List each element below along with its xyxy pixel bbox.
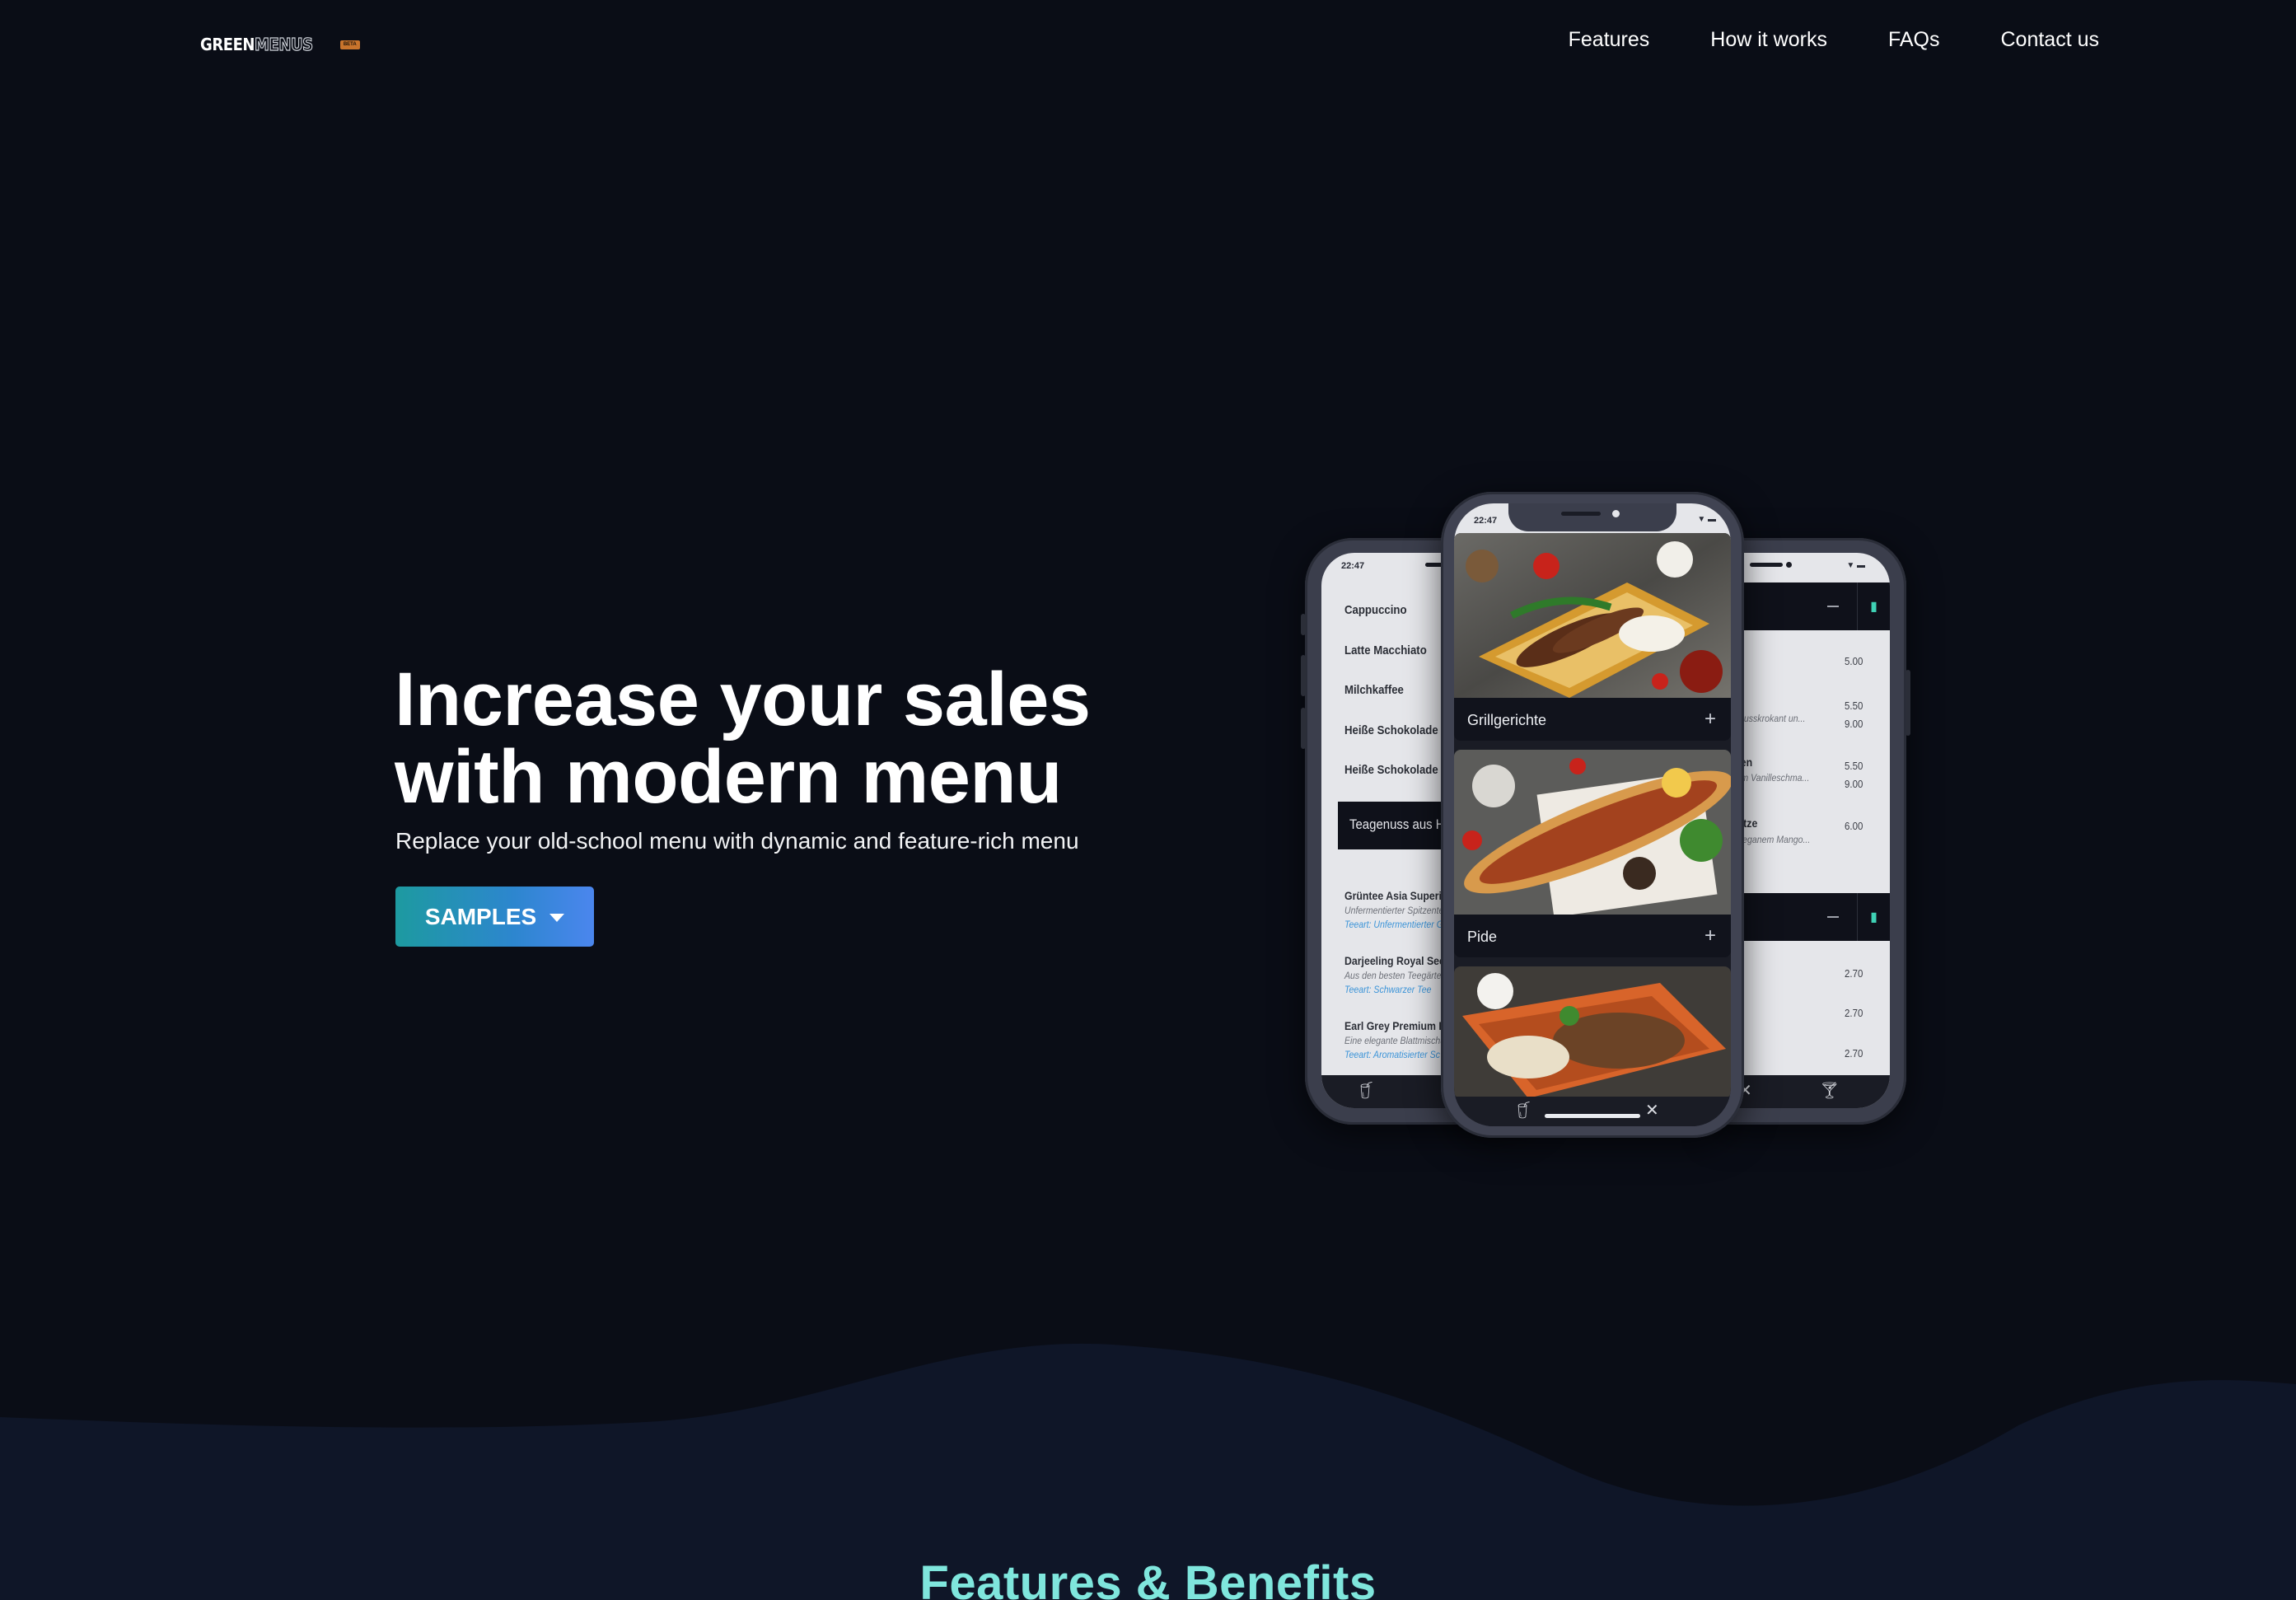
plus-icon[interactable]: + [1704,924,1716,947]
front-camera [1786,562,1792,568]
menu-item: Heiße Schokolade [1344,723,1438,737]
samples-dropdown-button[interactable]: SAMPLES [395,887,594,947]
category-label-bar: Pide + [1454,915,1731,957]
menu-item-price: 9.00 [1844,718,1863,730]
top-navigation: GREEN MENUS BETA Features How it works FA… [0,0,2296,89]
category-card-pide[interactable]: Pide + [1454,750,1731,957]
plus-icon[interactable]: + [1704,708,1716,731]
drink-glass-icon: 🥤︎ [1356,1082,1377,1100]
food-photo-grill [1454,533,1731,698]
caret-down-icon [549,913,565,922]
phone-screen-food: 22:47 ▼ ▬ Grillgerichte + Pide + 🥤︎ ✕ [1454,503,1731,1126]
brand-logo[interactable]: GREEN MENUS BETA [200,34,360,55]
phone-side-button [1301,614,1306,635]
menu-item-price: 2.70 [1844,1047,1863,1060]
status-icons: ▼ ▬ [1846,561,1865,570]
food-photo-pide [1454,750,1731,915]
doner-plate-illustration [1454,966,1731,1098]
menu-item-price: 5.50 [1844,760,1863,772]
food-photo-doner [1454,966,1731,1098]
nav-link-contact-us[interactable]: Contact us [2000,28,2099,52]
cocktail-icon: 🍸︎ [1819,1082,1840,1100]
phone-mockup-prices: ▼ ▬ ▮ ie 5.00 gen Haselnusskrokant un...… [1717,538,1910,1125]
phone-side-button [1906,670,1910,736]
menu-item: Cappuccino [1344,603,1407,617]
nav-link-faqs[interactable]: FAQs [1888,28,1940,52]
category-card-grillgerichte[interactable]: Grillgerichte + [1454,533,1731,741]
phone-side-button [1301,708,1306,749]
category-title: Grillgerichte [1467,712,1547,728]
nav-link-features[interactable]: Features [1569,28,1650,52]
hero-title: Increase your sales with modern menu [395,661,1091,816]
nav-link-how-it-works[interactable]: How it works [1710,28,1827,52]
menu-item: Milchkaffee [1344,683,1404,697]
phone-notch [1508,503,1676,531]
category-label-bar: Grillgerichte + [1454,698,1731,741]
collapse-minus-icon [1827,916,1839,918]
status-icons: ▼ ▬ [1697,515,1716,524]
phone-tab-bar: 🥤︎ ✕ [1454,1097,1731,1126]
beta-badge: BETA [339,40,360,49]
status-time: 22:47 [1474,516,1498,526]
speaker-slot [1750,563,1783,567]
menu-item-price: 5.00 [1844,655,1863,667]
menu-item-price: 5.50 [1844,699,1863,712]
menu-item-price: 2.70 [1844,967,1863,980]
hero-subtitle: Replace your old-school menu with dynami… [395,828,1079,854]
pide-illustration [1454,750,1731,915]
speaker-slot [1561,512,1601,516]
features-section-title: Features & Benefits [919,1556,1377,1600]
home-indicator [1545,1114,1640,1118]
category-title: Pide [1467,929,1498,945]
samples-button-label: SAMPLES [424,903,537,929]
hero-title-line-1: Increase your sales [395,657,1091,742]
phone-mockup-food: 22:47 ▼ ▬ Grillgerichte + Pide + 🥤︎ ✕ [1441,492,1744,1138]
category-icon: ▮ [1857,893,1890,941]
status-time: 22:47 [1341,561,1365,571]
category-icon: ▮ [1857,582,1890,630]
nav-links: Features How it works FAQs Contact us [1569,28,2099,52]
collapse-minus-icon [1827,606,1839,607]
logo-word-menus: MENUS [255,34,314,54]
drink-glass-icon[interactable]: 🥤︎ [1513,1100,1534,1120]
menu-item-price: 9.00 [1844,778,1863,790]
fork-knife-icon[interactable]: ✕ [1645,1100,1659,1120]
menu-item-price: 6.00 [1844,820,1863,832]
logo-word-green: GREEN [200,35,255,54]
menu-section-title: Teagenuss aus Ha [1349,816,1452,832]
menu-item-price: 2.70 [1844,1007,1863,1019]
front-camera [1612,510,1620,517]
menu-item: Latte Macchiato [1344,643,1427,657]
grill-plate-illustration [1454,533,1731,698]
phone-side-button [1301,655,1306,696]
category-card-doner[interactable] [1454,966,1731,1098]
logo-wordmark: GREEN MENUS [200,34,314,54]
hero-title-line-2: with modern menu [395,735,1062,819]
